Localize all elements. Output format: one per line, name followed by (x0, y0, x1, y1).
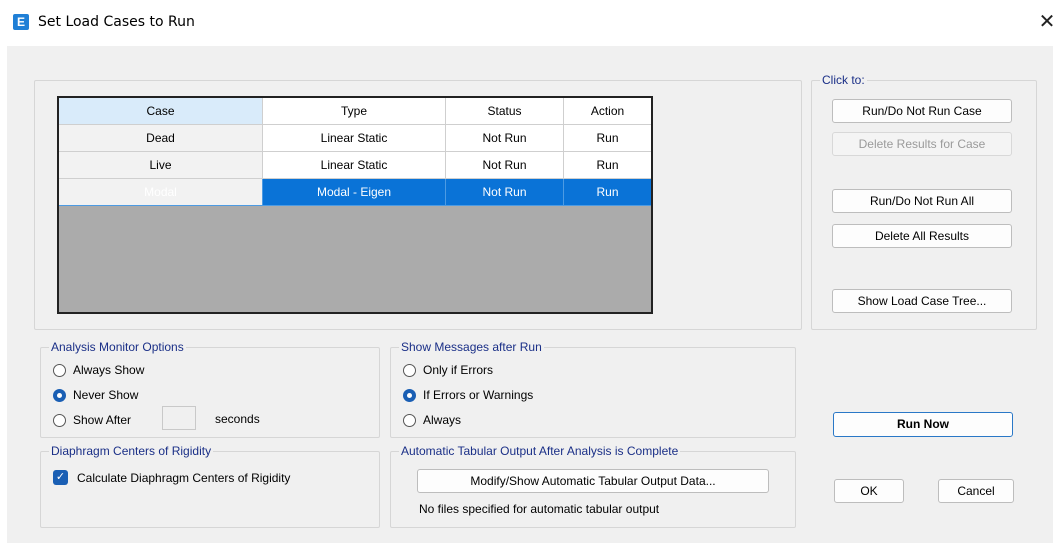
radio-unselected-icon[interactable] (53, 363, 66, 377)
always-show-option[interactable]: Always Show (53, 363, 144, 377)
show-after-seconds-input[interactable] (162, 406, 196, 430)
always-option[interactable]: Always (403, 413, 461, 427)
only-if-errors-option[interactable]: Only if Errors (403, 363, 493, 377)
radio-selected-icon[interactable] (403, 388, 416, 402)
show-after-label: Show After (73, 413, 132, 427)
cell-action[interactable]: Run (564, 179, 651, 206)
table-row-selected[interactable]: Modal Modal - Eigen Not Run Run (59, 179, 651, 206)
cell-action[interactable]: Run (564, 152, 651, 179)
radio-unselected-icon[interactable] (403, 363, 416, 377)
table-row[interactable]: Live Linear Static Not Run Run (59, 152, 651, 179)
cell-type[interactable]: Modal - Eigen (263, 179, 446, 206)
diaphragm-label: Diaphragm Centers of Rigidity (49, 444, 214, 458)
cell-action[interactable]: Run (564, 125, 651, 152)
cell-status[interactable]: Not Run (446, 152, 564, 179)
only-if-errors-label: Only if Errors (423, 363, 494, 377)
show-messages-label: Show Messages after Run (399, 340, 544, 354)
click-to-label: Click to: (820, 73, 867, 87)
never-show-label: Never Show (73, 388, 139, 402)
show-after-option[interactable]: Show After (53, 413, 131, 427)
column-header-type[interactable]: Type (263, 98, 446, 125)
if-errors-or-warnings-option[interactable]: If Errors or Warnings (403, 388, 533, 402)
if-errors-or-warnings-label: If Errors or Warnings (423, 388, 534, 402)
ok-button[interactable]: OK (834, 479, 904, 503)
radio-unselected-icon[interactable] (403, 413, 416, 427)
delete-results-for-case-button[interactable]: Delete Results for Case (832, 132, 1012, 156)
tabular-output-status-text: No files specified for automatic tabular… (419, 502, 660, 516)
radio-unselected-icon[interactable] (53, 413, 66, 427)
cell-status[interactable]: Not Run (446, 179, 564, 206)
run-now-button[interactable]: Run Now (833, 412, 1013, 437)
calculate-diaphragm-label: Calculate Diaphragm Centers of Rigidity (77, 470, 291, 485)
calculate-diaphragm-checkbox-row[interactable]: ✓ Calculate Diaphragm Centers of Rigidit… (53, 470, 290, 485)
auto-tabular-output-label: Automatic Tabular Output After Analysis … (399, 444, 681, 458)
column-header-status[interactable]: Status (446, 98, 564, 125)
cell-status[interactable]: Not Run (446, 125, 564, 152)
seconds-label: seconds (215, 412, 260, 426)
dialog-client-area: Case Type Status Action Dead Linear Stat… (7, 46, 1053, 543)
run-do-not-run-all-button[interactable]: Run/Do Not Run All (832, 189, 1012, 213)
column-header-action[interactable]: Action (564, 98, 651, 125)
title-bar: E Set Load Cases to Run ✕ (0, 0, 1060, 46)
diaphragm-group: Diaphragm Centers of Rigidity (40, 444, 380, 528)
always-label: Always (423, 413, 462, 427)
column-header-case[interactable]: Case (59, 98, 263, 125)
cell-case[interactable]: Dead (59, 125, 263, 152)
radio-selected-icon[interactable] (53, 388, 66, 402)
run-do-not-run-case-button[interactable]: Run/Do Not Run Case (832, 99, 1012, 123)
cell-type[interactable]: Linear Static (263, 152, 446, 179)
window-title: Set Load Cases to Run (38, 14, 195, 30)
close-icon[interactable]: ✕ (1036, 10, 1058, 34)
cell-case[interactable]: Modal (59, 179, 263, 206)
show-load-case-tree-button[interactable]: Show Load Case Tree... (832, 289, 1012, 313)
cell-type[interactable]: Linear Static (263, 125, 446, 152)
app-logo-icon: E (13, 14, 29, 30)
cell-case[interactable]: Live (59, 152, 263, 179)
table-header-row: Case Type Status Action (59, 98, 651, 125)
delete-all-results-button[interactable]: Delete All Results (832, 224, 1012, 248)
analysis-monitor-label: Analysis Monitor Options (49, 340, 186, 354)
never-show-option[interactable]: Never Show (53, 388, 138, 402)
table-row[interactable]: Dead Linear Static Not Run Run (59, 125, 651, 152)
checkbox-checked-icon[interactable]: ✓ (53, 470, 68, 485)
cancel-button[interactable]: Cancel (938, 479, 1014, 503)
modify-show-tabular-output-button[interactable]: Modify/Show Automatic Tabular Output Dat… (417, 469, 769, 493)
always-show-label: Always Show (73, 363, 145, 377)
load-cases-table: Case Type Status Action Dead Linear Stat… (57, 96, 653, 314)
